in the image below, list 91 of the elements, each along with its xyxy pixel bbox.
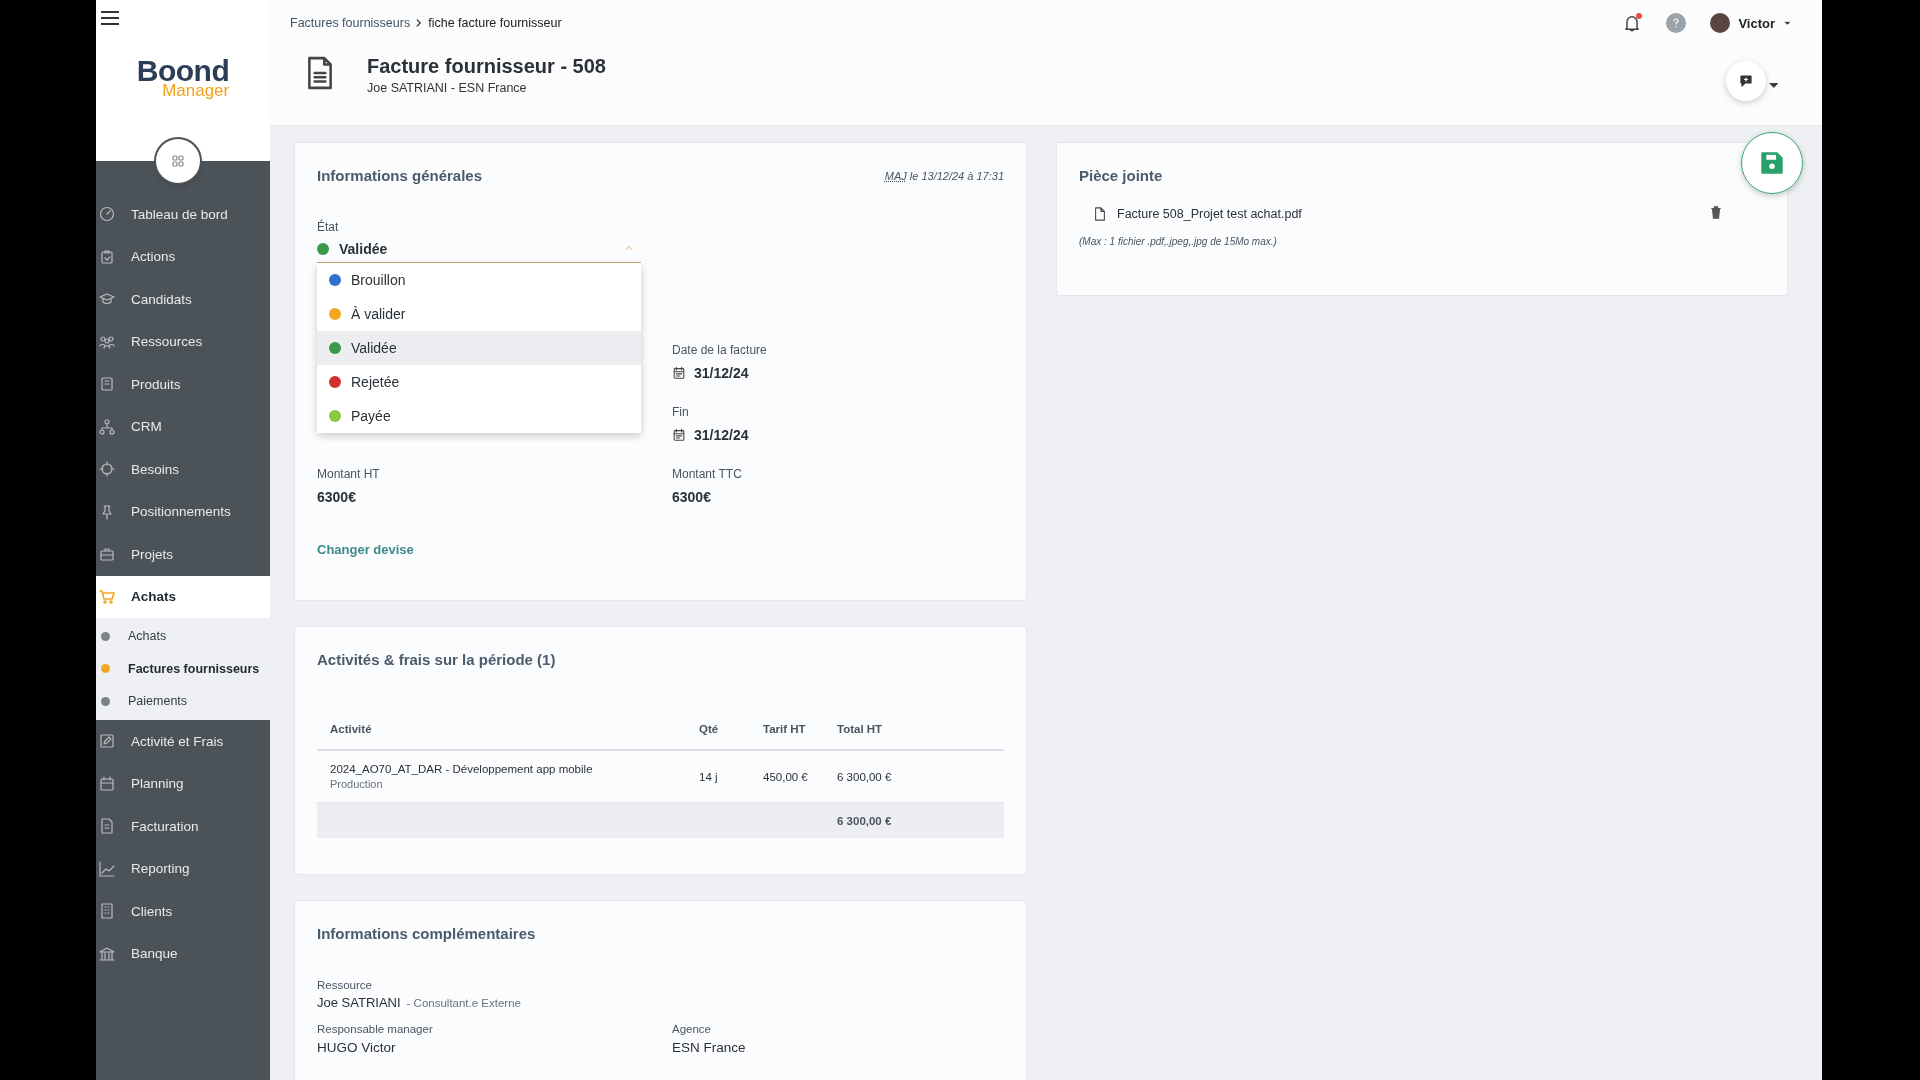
field-label: Fin [672, 404, 690, 420]
table-cell-text: 14 j [699, 770, 719, 783]
status-option[interactable]: Validée [317, 331, 641, 365]
sidebar-item[interactable]: Banque [96, 932, 270, 975]
column-header: Qté [699, 723, 720, 735]
sidebar-item[interactable]: Reporting [96, 847, 270, 890]
status-option[interactable]: Rejetée [317, 365, 641, 399]
sidebar-item[interactable]: Actions [96, 235, 270, 278]
field-label: Montant TTC [672, 466, 743, 482]
field-label: État [317, 219, 340, 235]
submenu-item[interactable]: Factures fournisseurs [96, 652, 270, 686]
card-title: Pièce jointe [1079, 166, 1163, 186]
field-value: HUGO Victor [317, 1039, 397, 1057]
field-label: Agence [672, 1022, 712, 1037]
column-header: Activité [330, 723, 373, 735]
card-title: Informations générales [317, 166, 483, 186]
pencil-icon [99, 733, 115, 750]
gauge-icon [99, 206, 115, 223]
sidebar-item[interactable]: Ressources [96, 320, 270, 363]
save-button[interactable] [1741, 132, 1803, 194]
sidebar-item[interactable]: Clients [96, 889, 270, 933]
pdf-file-icon [1093, 206, 1107, 221]
field-value: ESN France [672, 1039, 747, 1057]
field-value: Joe SATRIANI [317, 995, 401, 1010]
table-cell-text: 2024_AO70_AT_DAR - Développement app mobile [330, 763, 594, 775]
table-cell-text: Production [330, 778, 384, 790]
save-icon [1759, 150, 1785, 176]
table-cell-text: 6 300,00 € [837, 814, 893, 827]
calendar-icon [99, 775, 115, 792]
notification-bell-icon[interactable] [1622, 13, 1643, 33]
cart-icon [99, 588, 115, 605]
network-icon [99, 418, 115, 435]
calendar-icon [672, 366, 686, 380]
comment-icon [1738, 73, 1754, 89]
sidebar-item[interactable]: Activité et Frais [96, 719, 270, 763]
book-icon [99, 376, 115, 393]
status-option[interactable]: À valider [317, 297, 641, 331]
logo: Boond Manager [136, 56, 230, 99]
sidebar-item[interactable]: Produits [96, 363, 270, 406]
sidebar-item[interactable]: Achats [96, 575, 270, 618]
field-label: Date de la facture [672, 342, 768, 358]
table-cell-text: 6 300,00 € [837, 770, 893, 783]
sidebar-item[interactable]: CRM [96, 405, 270, 448]
change-currency-link[interactable]: Changer devise [317, 542, 414, 557]
comment-button[interactable] [1726, 61, 1766, 101]
briefcase-icon [99, 546, 115, 563]
bank-icon [99, 945, 115, 962]
field-label: Responsable manager [317, 1022, 434, 1037]
submenu-item[interactable]: Achats [96, 620, 270, 653]
chart-icon [99, 860, 115, 877]
sidebar-item[interactable]: Tableau de bord [96, 193, 270, 236]
field-value: 6300€ [317, 488, 356, 507]
sidebar-item[interactable]: Planning [96, 762, 270, 805]
caret-icon [1783, 20, 1792, 26]
user-menu[interactable]: Victor [1710, 13, 1792, 33]
clipboard-icon [99, 248, 115, 265]
role-text: - Consultant.e Externe [406, 997, 521, 1009]
grid-icon [170, 153, 186, 169]
page-title: Facture fournisseur - 508 [367, 54, 606, 79]
field-value: 31/12/24 [694, 364, 749, 383]
update-timestamp: MAJ le 13/12/24 à 17:31 [884, 170, 1004, 182]
building-icon [99, 903, 115, 920]
breadcrumb-current: fiche facture fournisseur [428, 16, 562, 30]
menu-icon[interactable] [101, 9, 119, 27]
file-name[interactable]: Facture 508_Projet test achat.pdf [1117, 206, 1699, 221]
document-icon [99, 818, 115, 835]
status-option[interactable]: Brouillon [317, 263, 641, 297]
sidebar-item[interactable]: Besoins [96, 448, 270, 491]
card-title: Activités & frais sur la période (1) [317, 650, 556, 670]
upload-hint: (Max : 1 fichier .pdf,.jpeg,.jpg de 15Mo max.) [1079, 236, 1278, 247]
column-header: Total HT [837, 723, 884, 735]
column-header: Tarif HT [763, 723, 807, 735]
field-label: Ressource [317, 978, 373, 993]
sidebar-item[interactable]: Candidats [96, 278, 270, 321]
delete-icon[interactable] [1709, 205, 1723, 222]
field-value: 6300€ [672, 488, 711, 507]
sidebar-item[interactable]: Facturation [96, 804, 270, 848]
apps-button[interactable] [156, 139, 200, 183]
field-value: 31/12/24 [694, 426, 749, 445]
field-label: Montant HT [317, 466, 381, 482]
table-cell-text: 450,00 € [763, 770, 809, 783]
page-subtitle: Joe SATRIANI - ESN France [367, 80, 528, 97]
sidebar-item[interactable]: Projets [96, 533, 270, 576]
breadcrumb-link[interactable]: Factures fournisseurs [290, 16, 411, 30]
calendar-icon [672, 428, 686, 442]
sidebar-item[interactable]: Positionnements [96, 490, 270, 533]
people-icon [99, 333, 115, 350]
card-title: Informations complémentaires [317, 924, 536, 944]
submenu-item[interactable]: Paiements [96, 685, 270, 718]
crosshair-icon [99, 461, 115, 478]
status-option[interactable]: Payée [317, 399, 641, 433]
